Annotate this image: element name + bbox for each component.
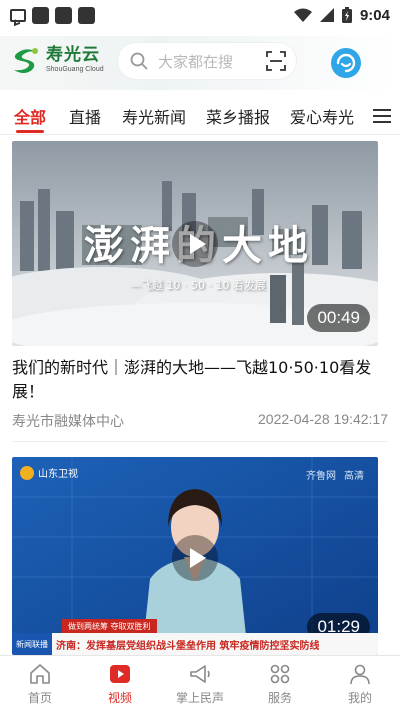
channel-icon [20, 465, 34, 480]
logo-icon [14, 48, 38, 73]
tab-menu-button[interactable] [373, 109, 391, 123]
category-tabs: 全部 直播 寿光新闻 菜乡播报 爱心寿光 [0, 100, 400, 134]
video-duration: 00:49 [307, 304, 370, 332]
video-meta: 寿光市融媒体中心 2022-04-28 19:42:17 [12, 411, 388, 431]
news-ticker: 新闻联播 济南：发挥基层党组织战斗堡垒作用 筑牢疫情防控坚实防线 [12, 633, 378, 655]
play-button[interactable] [172, 535, 218, 581]
video-card[interactable]: 山东卫视 齐鲁网 高清 01:29 新闻联播 济南：发挥基层党组织战斗堡垒作用 … [12, 457, 378, 655]
watermark: 齐鲁网 高清 [306, 471, 364, 482]
channel-logo: 山东卫视 [20, 465, 78, 480]
search-bar[interactable]: 大家都在搜 [118, 43, 296, 79]
clock: 9:04 [359, 6, 390, 24]
play-button[interactable] [172, 221, 218, 267]
divider [0, 134, 400, 135]
logo-wordmark: 寿光云 [46, 45, 100, 65]
video-icon [110, 665, 130, 683]
search-input[interactable]: 大家都在搜 [158, 51, 233, 72]
status-bar: 9:04 [0, 0, 400, 30]
video-title[interactable]: 我们的新时代｜澎湃的大地——飞越10·50·10看发展！ [12, 356, 384, 404]
nav-services[interactable]: 服务 [240, 656, 320, 711]
ticker-upper: 做到两统筹 夺取双胜利 [62, 619, 157, 633]
grid-icon [270, 664, 290, 684]
divider [12, 441, 388, 442]
megaphone-icon [190, 665, 210, 683]
nav-video[interactable]: 视频 [80, 656, 160, 711]
nav-public-voice[interactable]: 掌上民声 [160, 656, 240, 711]
home-icon [30, 664, 50, 684]
tab-vegetable-news[interactable]: 菜乡播报 [206, 104, 270, 128]
bottom-navigation: 首页 视频 掌上民声 服务 我的 [0, 655, 400, 711]
nav-home[interactable]: 首页 [0, 656, 80, 711]
smile-icon [336, 53, 356, 73]
app-notification-icon [32, 6, 49, 24]
active-tab-indicator [16, 130, 44, 133]
video-thumbnail[interactable]: 山东卫视 齐鲁网 高清 01:29 新闻联播 济南：发挥基层党组织战斗堡垒作用 … [12, 457, 378, 655]
thumbnail-subtitle: —飞越 10 · 50 · 10 看发展 [130, 279, 266, 292]
app-logo: 寿光云 ShouGuang Cloud [10, 44, 104, 76]
message-icon [10, 8, 26, 22]
video-source: 寿光市融媒体中心 [12, 414, 124, 430]
tab-live[interactable]: 直播 [69, 104, 101, 128]
nav-profile[interactable]: 我的 [320, 656, 400, 711]
logo-subtitle: ShouGuang Cloud [46, 66, 104, 73]
video-thumbnail[interactable]: 澎湃的大地 —飞越 10 · 50 · 10 看发展 00:49 [12, 141, 378, 346]
app-notification-icon [55, 6, 72, 24]
signal-icon [319, 8, 334, 22]
search-icon [130, 52, 148, 70]
tab-shouguang-news[interactable]: 寿光新闻 [122, 104, 186, 128]
battery-icon [341, 7, 352, 23]
tab-all[interactable]: 全部 [14, 104, 46, 128]
video-card[interactable]: 澎湃的大地 —飞越 10 · 50 · 10 看发展 00:49 我们的新时代｜… [12, 141, 388, 443]
wifi-icon [293, 8, 312, 22]
app-notification-icon [78, 6, 95, 24]
assistant-button[interactable] [331, 48, 361, 78]
scan-icon[interactable] [266, 51, 286, 71]
video-date: 2022-04-28 19:42:17 [258, 411, 388, 427]
app-header: 寿光云 ShouGuang Cloud 大家都在搜 [0, 36, 400, 90]
person-icon [350, 664, 370, 685]
tab-charity[interactable]: 爱心寿光 [290, 104, 354, 128]
